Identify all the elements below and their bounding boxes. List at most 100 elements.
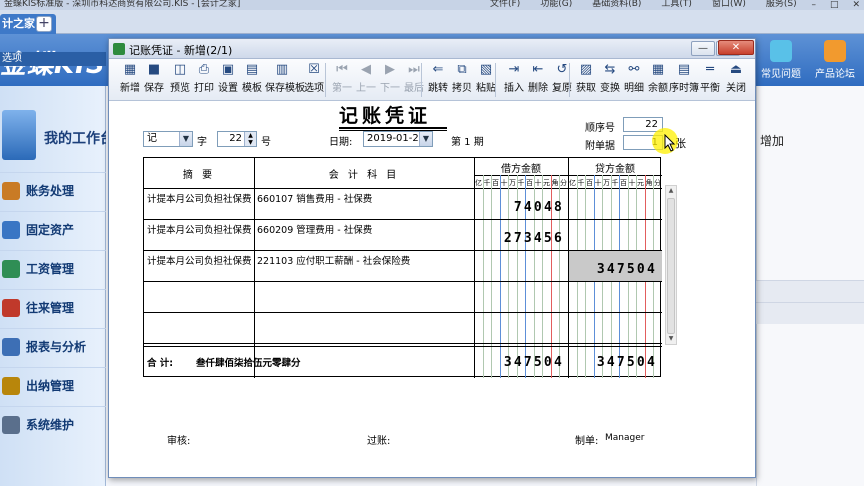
voucher-icon bbox=[113, 43, 125, 55]
sidebar-item[interactable]: 报表与分析 bbox=[0, 328, 106, 364]
chevron-down-icon[interactable]: ▼ bbox=[179, 132, 192, 146]
voucher-number-stepper[interactable]: 22 ▲ ▼ bbox=[217, 131, 257, 147]
sidebar-item-label: 固定资产 bbox=[26, 223, 75, 237]
save-template-icon: ▥ bbox=[275, 62, 289, 77]
app-maximize-icon[interactable]: □ bbox=[830, 0, 839, 10]
header-toolbar: 常见问题 产品论坛 应用 bbox=[758, 40, 864, 80]
sidebar-module-icon bbox=[2, 220, 20, 239]
sidebar: 我的工作台 账务处理固定资产工资管理往来管理报表与分析出纳管理 系统维护 bbox=[0, 86, 114, 486]
app-menu-item[interactable]: 工具(T) bbox=[661, 0, 692, 9]
new-icon: ▦ bbox=[123, 62, 137, 77]
total-credit-amount: 347504 bbox=[596, 355, 657, 370]
faq-icon bbox=[770, 40, 792, 62]
app-menu-item[interactable]: 功能(G) bbox=[540, 0, 572, 9]
row-debit-amount[interactable]: 74048 bbox=[514, 200, 564, 215]
balance-icon: ▦ bbox=[651, 62, 665, 77]
app-menu-item[interactable]: 基础资料(B) bbox=[592, 0, 641, 9]
chevron-down-icon[interactable]: ▼ bbox=[419, 132, 432, 146]
journal-icon: ▤ bbox=[677, 62, 691, 77]
amount-grid-line bbox=[499, 175, 501, 378]
total-debit-amount: 347504 bbox=[503, 355, 564, 370]
app-minimize-icon[interactable]: – bbox=[811, 0, 816, 10]
app-close-icon[interactable]: ✕ bbox=[852, 0, 860, 10]
switch-icon: ⇆ bbox=[604, 62, 616, 77]
row-account[interactable]: 221103 应付职工薪酬 - 社会保险费 bbox=[257, 253, 410, 267]
scroll-up-icon[interactable]: ▲ bbox=[666, 186, 676, 196]
save-icon: ■ bbox=[147, 62, 161, 77]
sidebar-item[interactable]: 系统维护 bbox=[0, 406, 106, 442]
dialog-title: 记账凭证 - 新增(2/1) bbox=[129, 44, 233, 57]
copy-icon: ⧉ bbox=[457, 62, 467, 77]
date-value: 2019-01-25 bbox=[367, 133, 426, 144]
sidebar-item[interactable]: 账务处理 bbox=[0, 172, 106, 208]
paste-button[interactable]: ▧ 粘贴 bbox=[475, 61, 497, 99]
date-label: 日期: bbox=[329, 137, 353, 148]
scroll-down-icon[interactable]: ▼ bbox=[666, 334, 676, 344]
seq-label: 顺序号 bbox=[585, 123, 615, 134]
restore-icon: ↺ bbox=[556, 62, 568, 77]
toolbar-separator bbox=[569, 63, 570, 97]
faq-button[interactable]: 常见问题 bbox=[758, 40, 804, 80]
app-window-controls: – □ ✕ bbox=[811, 0, 860, 10]
total-divider bbox=[144, 343, 662, 344]
sidebar-item-label: 报表与分析 bbox=[26, 340, 87, 354]
save-button[interactable]: ■ 保存 bbox=[143, 61, 165, 99]
forum-button[interactable]: 产品论坛 bbox=[812, 40, 858, 80]
digit-unit-label: 分 bbox=[654, 179, 661, 187]
word-label: 字 bbox=[197, 137, 207, 148]
app-menu-item[interactable]: 窗口(W) bbox=[712, 0, 746, 9]
voucher-dialog: 记账凭证 - 新增(2/1) — □ ▦新增■保存◫预览⎙打印▣设置▤模板▥保存… bbox=[108, 38, 756, 478]
row-divider bbox=[144, 250, 662, 251]
options-button[interactable]: ☒ 选项 bbox=[303, 61, 325, 99]
row-account[interactable]: 660107 销售费用 - 社保费 bbox=[257, 191, 372, 205]
template-button[interactable]: ▤ 模板 bbox=[241, 61, 263, 99]
fetch-icon: ▨ bbox=[579, 62, 593, 77]
total-divider bbox=[144, 346, 662, 347]
dialog-close-button[interactable]: ✕ bbox=[718, 40, 754, 55]
credit-column-header: 贷方金额 bbox=[595, 164, 635, 175]
sidebar-item[interactable]: 工资管理 bbox=[0, 250, 106, 286]
sidebar-item[interactable]: 往来管理 bbox=[0, 289, 106, 325]
row-account[interactable]: 660209 管理费用 - 社保费 bbox=[257, 222, 372, 236]
sidebar-item-label: 往来管理 bbox=[26, 301, 75, 315]
app-menu-item[interactable]: 文件(F) bbox=[490, 0, 520, 9]
row-summary[interactable]: 计提本月公司负担社保费 bbox=[147, 222, 252, 236]
save-template-button[interactable]: ▥ 保存模板 bbox=[265, 61, 305, 99]
sidebar-module-icon bbox=[2, 298, 20, 317]
attach-label: 附单据 bbox=[585, 141, 615, 152]
journal-button[interactable]: ▤ 序时簿 bbox=[669, 61, 699, 99]
close-button[interactable]: ⏏ 关闭 bbox=[725, 61, 747, 99]
voucher-word-select[interactable]: 记 ▼ bbox=[143, 131, 193, 147]
print-icon: ⎙ bbox=[198, 62, 210, 77]
forum-label: 产品论坛 bbox=[815, 69, 855, 80]
prev-icon: ◀ bbox=[361, 62, 371, 77]
column-divider bbox=[474, 158, 475, 378]
amount-grid-line bbox=[491, 175, 492, 378]
row-summary[interactable]: 计提本月公司负担社保费 bbox=[147, 253, 252, 267]
dialog-minimize-button[interactable]: — bbox=[691, 41, 715, 56]
add-link[interactable]: 增加 bbox=[760, 132, 784, 149]
options-label[interactable]: 选项 bbox=[0, 52, 106, 66]
app-menubar: 文件(F) 功能(G) 基础资料(B) 工具(T) 窗口(W) 服务(S) bbox=[490, 0, 797, 9]
balance-button[interactable]: ▦ 余额 bbox=[647, 61, 669, 99]
app-menu-item[interactable]: 服务(S) bbox=[766, 0, 797, 9]
sidebar-item[interactable]: 固定资产 bbox=[0, 211, 106, 247]
row-summary[interactable]: 计提本月公司负担社保费 bbox=[147, 191, 252, 205]
add-tab-button[interactable]: + bbox=[36, 16, 52, 32]
amount-grid-line bbox=[508, 175, 509, 378]
row-credit-amount[interactable]: 347504 bbox=[597, 262, 657, 277]
insert-icon: ⇥ bbox=[508, 62, 520, 77]
sidebar-item[interactable]: 出纳管理 bbox=[0, 367, 106, 403]
voucher-heading: 记账凭证 bbox=[339, 105, 432, 127]
scrollbar-thumb[interactable] bbox=[667, 198, 675, 334]
spin-arrows-icon[interactable]: ▲ ▼ bbox=[244, 132, 256, 146]
detail-icon: ⚯ bbox=[628, 62, 640, 77]
voucher-scrollbar[interactable]: ▲ ▼ bbox=[665, 185, 677, 345]
balance-check-button[interactable]: ═ 平衡 bbox=[699, 61, 721, 99]
my-workbench[interactable]: 我的工作台 bbox=[0, 102, 114, 174]
row-debit-amount[interactable]: 273456 bbox=[504, 231, 564, 246]
delete-icon: ⇤ bbox=[532, 62, 544, 77]
date-picker[interactable]: 2019-01-25 ▼ bbox=[363, 131, 433, 147]
voucher-table: 摘 要会 计 科 目借方金额 贷方金额亿千百十万千百十元角分亿千百十万千百十元角分… bbox=[143, 157, 662, 378]
tab-label: 计之家 bbox=[2, 17, 35, 30]
